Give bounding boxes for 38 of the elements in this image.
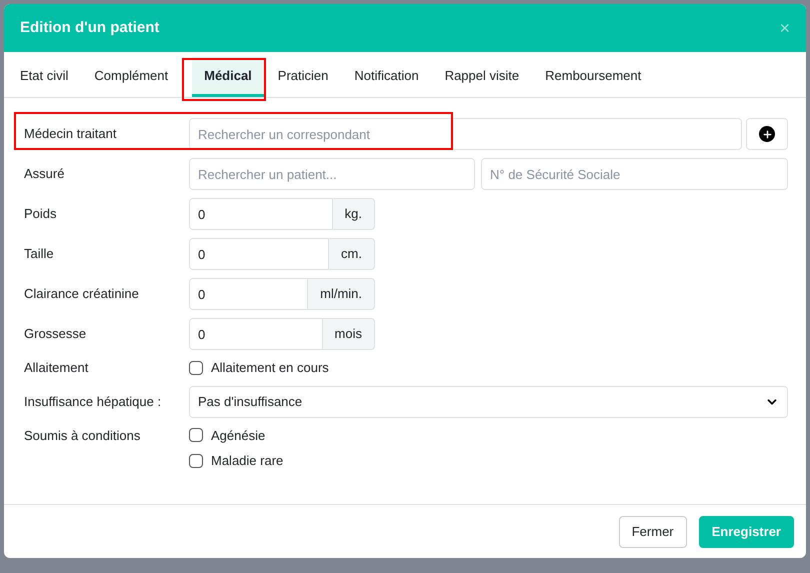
dialog-title: Edition d'un patient	[20, 18, 160, 38]
tab[interactable]: Complément	[82, 57, 180, 97]
number-field[interactable]: 0	[189, 318, 323, 350]
checkbox-label: Allaitement en cours	[211, 359, 329, 377]
unit-label: ml/min.	[308, 278, 375, 310]
input-field[interactable]: N° de Sécurité Sociale	[481, 158, 788, 190]
unit-label: kg.	[332, 198, 375, 230]
tab[interactable]: Praticien	[266, 57, 340, 97]
checkbox-label: Agénésie	[211, 426, 266, 445]
field-label: Soumis à conditions	[24, 426, 142, 444]
select-value: Pas d'insuffisance	[198, 392, 302, 411]
field-label: Grossesse	[24, 325, 88, 344]
field-label: Insuffisance hépatique :	[24, 392, 162, 411]
number-field[interactable]: 0	[189, 238, 330, 270]
unit-label: mois	[322, 318, 375, 350]
add-button[interactable]	[746, 118, 788, 150]
field-label: Assuré	[24, 165, 66, 184]
field-label: Clairance créatinine	[24, 285, 140, 304]
checkbox[interactable]	[189, 454, 203, 468]
tab[interactable]: Rappel visite	[432, 57, 532, 97]
select-field[interactable]: Pas d'insuffisance	[189, 386, 788, 418]
search-field[interactable]: Rechercher un correspondant	[189, 118, 742, 150]
number-field[interactable]: 0	[189, 198, 333, 230]
tab[interactable]: Notification	[342, 57, 431, 97]
checkbox-label: Maladie rare	[211, 452, 284, 470]
search-field[interactable]: Rechercher un patient...	[189, 158, 475, 190]
field-label: Médecin traitant	[24, 125, 118, 144]
tab[interactable]: Etat civil	[8, 57, 80, 97]
tab[interactable]: Médical	[192, 57, 264, 97]
checkbox[interactable]	[189, 360, 203, 375]
field-label: Allaitement	[24, 359, 90, 377]
field-label: Poids	[24, 205, 58, 224]
unit-label: cm.	[329, 238, 375, 270]
field-label: Taille	[24, 245, 55, 264]
close-dialog-button[interactable]: Fermer	[618, 516, 687, 548]
tab[interactable]: Remboursement	[533, 57, 654, 97]
number-field[interactable]: 0	[189, 278, 308, 310]
checkbox[interactable]	[189, 428, 203, 442]
